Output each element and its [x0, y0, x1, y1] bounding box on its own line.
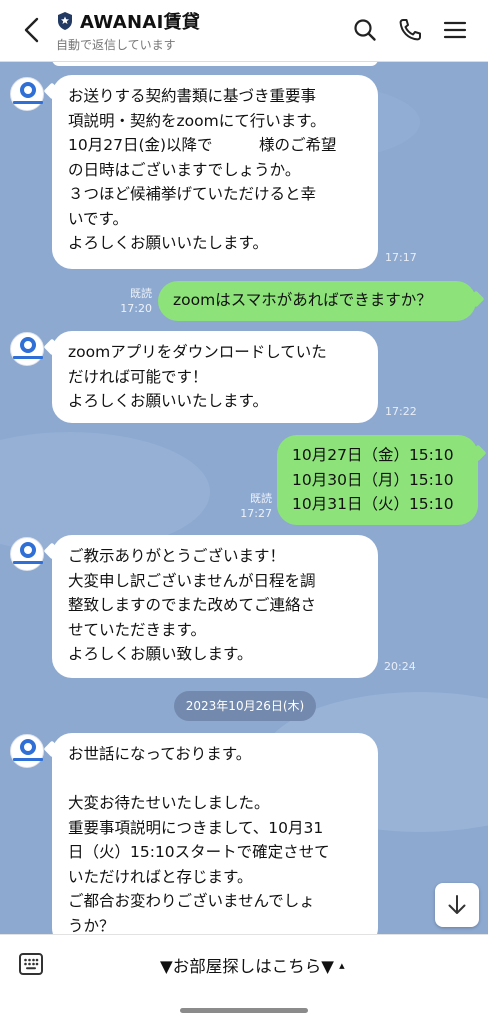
keyboard-icon — [19, 953, 43, 975]
shield-badge-icon — [58, 12, 72, 30]
call-button[interactable] — [396, 16, 422, 44]
read-receipt: 既読 17:20 — [120, 287, 152, 315]
timestamp: 17:22 — [385, 405, 417, 418]
avatar[interactable] — [10, 332, 44, 366]
phone-icon — [399, 19, 421, 41]
scroll-to-bottom-button[interactable] — [435, 883, 479, 927]
message-bubble-bot: お世話になっております。 大変お待たせいたしました。 重要事項説明につきまして、… — [52, 733, 378, 934]
keyboard-button[interactable] — [17, 951, 45, 977]
back-arrow-icon — [24, 17, 39, 43]
avatar[interactable] — [10, 537, 44, 571]
chat-header: AWANAI賃貸 自動で返信しています — [0, 0, 488, 62]
chat-area[interactable]: お送りする契約書類に基づき重要事 項説明・契約をzoomにて行います。 10月2… — [0, 62, 488, 934]
back-button[interactable] — [18, 14, 46, 46]
menu-icon — [443, 21, 467, 39]
search-icon — [354, 19, 376, 41]
rich-menu-toggle[interactable]: ▼お部屋探しはこちら▼ ▴ — [160, 953, 345, 977]
bottom-bar: ▼お部屋探しはこちら▼ ▴ — [0, 934, 488, 1024]
message-bubble-bot: ご教示ありがとうございます！ 大変申し訳ございませんが日程を調 整致しますのでま… — [52, 535, 378, 678]
menu-button[interactable] — [442, 16, 468, 44]
timestamp: 20:24 — [384, 660, 416, 673]
date-divider: 2023年10月26日(木) — [174, 691, 316, 721]
message-bubble-previous — [52, 62, 378, 66]
message-bubble-mine: 10月27日（金）15:10 10月30日（月）15:10 10月31日（火）1… — [277, 435, 478, 525]
home-indicator[interactable] — [180, 1008, 308, 1013]
message-bubble-mine: zoomはスマホがあればできますか？ — [158, 281, 476, 321]
scroll-down-icon — [448, 895, 466, 914]
chat-title: AWANAI賃貸 — [80, 12, 201, 33]
avatar[interactable] — [10, 77, 44, 111]
timestamp: 17:17 — [385, 251, 417, 264]
rich-menu-label: ▼お部屋探しはこちら▼ — [160, 957, 334, 976]
message-bubble-bot: お送りする契約書類に基づき重要事 項説明・契約をzoomにて行います。 10月2… — [52, 75, 378, 269]
avatar[interactable] — [10, 734, 44, 768]
menu-toggle-caret-icon: ▴ — [339, 959, 345, 972]
chat-status: 自動で返信しています — [56, 38, 176, 52]
message-bubble-bot: zoomアプリをダウンロードしていた だければ可能です！ よろしくお願いいたしま… — [52, 331, 378, 423]
chat-title-area[interactable]: AWANAI賃貸 自動で返信しています — [56, 8, 200, 53]
search-button[interactable] — [352, 16, 378, 44]
read-receipt: 既読 17:27 — [240, 492, 272, 520]
